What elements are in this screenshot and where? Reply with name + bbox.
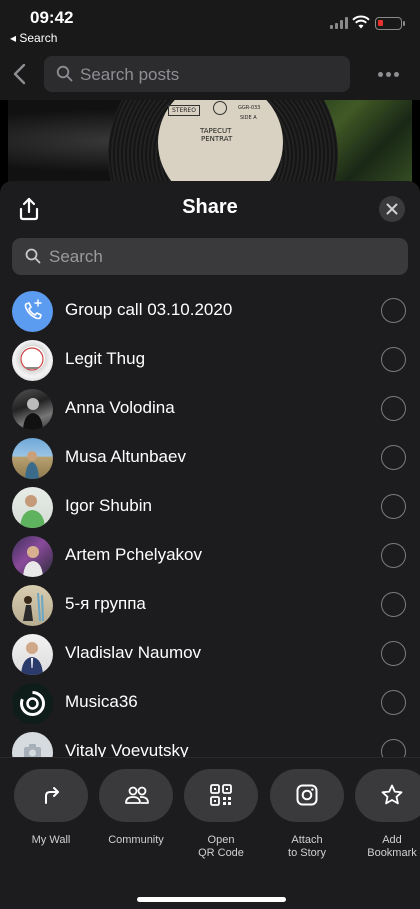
my-wall-label: My Wall [31,834,71,846]
contact-list[interactable]: Group call 03.10.2020 Legit Thug Anna Vo… [0,288,420,758]
contact-name: Group call 03.10.2020 [65,300,233,319]
instagram-icon [296,784,318,806]
search-posts-input[interactable]: Search posts [44,56,350,92]
add-bookmark-button[interactable]: Add Bookmark [355,769,420,860]
status-time: 09:42 [30,8,74,27]
avatar [12,340,53,381]
contact-row-group-call[interactable]: Group call 03.10.2020 [0,288,420,337]
contact-name: Vitaly Voevutsky [65,741,189,758]
contact-name: Legit Thug [65,349,146,368]
select-radio[interactable] [381,592,406,617]
avatar [12,487,53,528]
contact-name: Musa Altunbaev [65,447,186,466]
select-radio[interactable] [381,543,406,568]
avatar [12,438,53,479]
search-posts-placeholder: Search posts [80,65,180,84]
star-icon [381,784,403,805]
avatar [12,683,53,724]
back-to-search-link[interactable]: ◂ Search [10,31,57,45]
record-side: SIDE A [240,115,257,121]
record-catalog-number: GGR-033 [238,105,261,111]
select-radio[interactable] [381,298,406,323]
qr-code-icon [210,784,232,806]
search-icon [25,248,41,264]
record-logo-icon [213,101,227,115]
select-radio[interactable] [381,690,406,715]
contact-search-input[interactable]: Search [12,238,408,275]
select-radio[interactable] [381,445,406,470]
search-icon [56,65,73,82]
battery-icon [375,17,405,30]
record-title-line1: TAPECUT [200,127,232,135]
attach-to-story-label: Attach to Story [288,834,326,859]
people-icon [125,786,149,804]
contact-row[interactable]: Musica36 [0,680,420,729]
add-bookmark-label: Add Bookmark [367,834,417,859]
contact-name: Musica36 [65,692,138,711]
close-icon [386,203,398,215]
contact-name: Artem Pchelyakov [65,545,202,564]
top-navigation: Search posts [0,48,420,100]
record-label: STEREO GGR-033 SIDE A TAPECUT PENTRAT [158,100,283,182]
contact-name: 5-я группа [65,594,146,613]
community-button[interactable]: Community [99,769,173,847]
community-action[interactable] [99,769,173,822]
sheet-title: Share [182,196,238,218]
contact-row[interactable]: Vladislav Naumov [0,631,420,680]
story-action[interactable] [270,769,344,822]
contact-name: Igor Shubin [65,496,152,515]
home-indicator [137,897,286,902]
bookmark-action[interactable] [355,769,420,822]
contact-row[interactable]: Vitaly Voevutsky [0,729,420,758]
avatar [12,585,53,626]
contact-row[interactable]: Artem Pchelyakov [0,533,420,582]
open-qr-code-label: Open QR Code [198,834,244,859]
select-radio[interactable] [381,739,406,758]
select-radio[interactable] [381,494,406,519]
share-actions-bar: My Wall Community Open QR Code Attach to… [0,757,420,909]
contact-row[interactable]: Legit Thug [0,337,420,386]
avatar [12,634,53,675]
post-image: STEREO GGR-033 SIDE A TAPECUT PENTRAT [8,100,412,182]
record-title-line2: PENTRAT [201,135,233,143]
record-stereo-text: STEREO [168,105,200,116]
contact-name: Anna Volodina [65,398,175,417]
select-radio[interactable] [381,396,406,421]
wifi-icon [352,15,370,29]
contact-row[interactable]: 5-я группа [0,582,420,631]
qr-code-action[interactable] [184,769,258,822]
contact-name: Vladislav Naumov [65,643,202,662]
phone-icon [12,291,53,332]
contact-search-placeholder: Search [49,247,103,266]
close-button[interactable] [379,196,405,222]
select-radio[interactable] [381,347,406,372]
avatar [12,389,53,430]
redo-arrow-icon [45,787,59,804]
contact-row[interactable]: Igor Shubin [0,484,420,533]
back-chevron-icon[interactable] [10,62,30,86]
cellular-signal-icon [330,17,348,29]
contact-row[interactable]: Anna Volodina [0,386,420,435]
community-label: Community [108,834,164,846]
contact-row[interactable]: Musa Altunbaev [0,435,420,484]
more-options-icon[interactable] [378,72,399,77]
camera-icon [12,732,53,758]
open-qr-code-button[interactable]: Open QR Code [184,769,258,860]
status-bar: 09:42 ◂ Search [0,0,420,48]
attach-to-story-button[interactable]: Attach to Story [270,769,344,860]
my-wall-button[interactable]: My Wall [14,769,88,847]
select-radio[interactable] [381,641,406,666]
avatar [12,536,53,577]
my-wall-action[interactable] [14,769,88,822]
